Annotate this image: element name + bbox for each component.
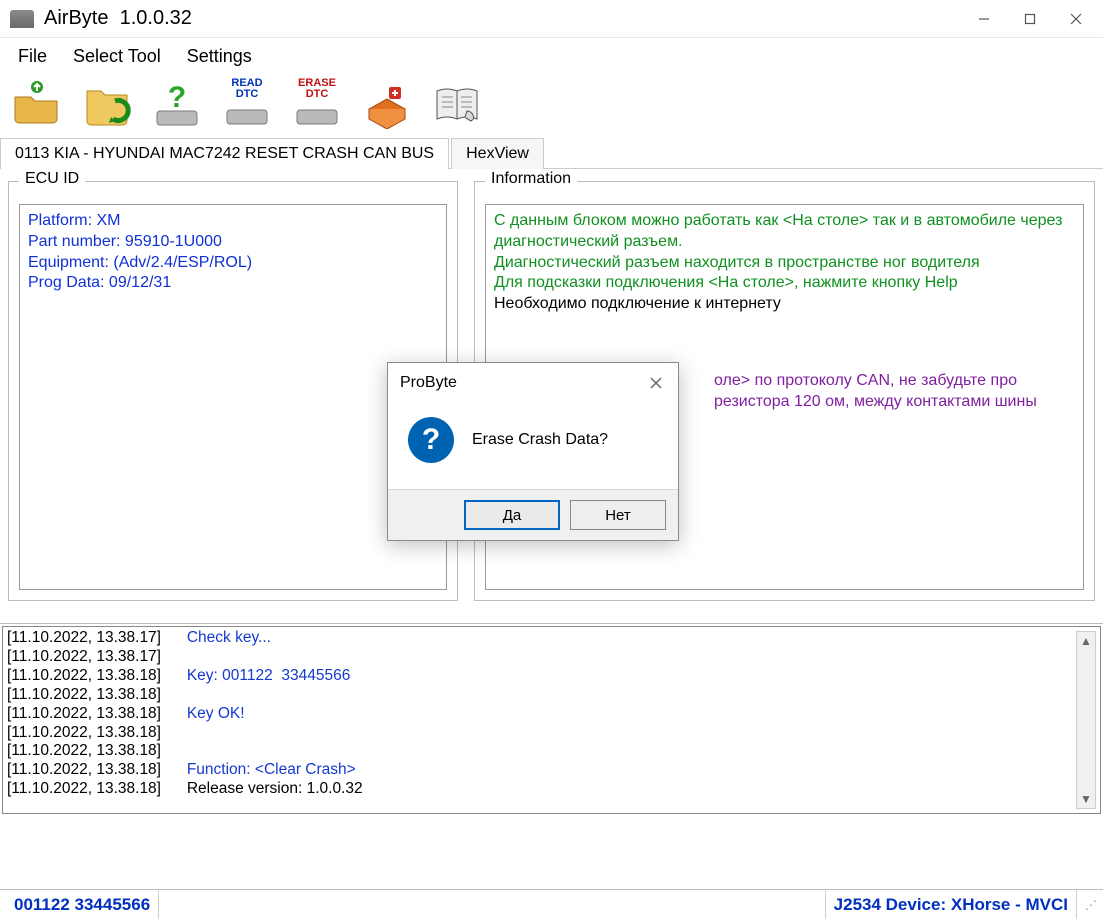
info-line3: Для подсказки подключения <На столе>, на… [494, 273, 1075, 294]
module-icon [359, 81, 415, 129]
menu-file[interactable]: File [18, 46, 47, 67]
toolbar-help-button[interactable]: ? [142, 77, 212, 133]
menu-settings[interactable]: Settings [187, 46, 252, 67]
log-area[interactable]: [11.10.2022, 13.38.17] Check key...[11.1… [2, 626, 1101, 814]
dialog-yes-button[interactable]: Да [464, 500, 560, 530]
log-wrap: [11.10.2022, 13.38.17] Check key...[11.1… [0, 623, 1103, 815]
status-device: J2534 Device: XHorse - MVCI [826, 890, 1077, 919]
status-spacer [159, 890, 826, 919]
dialog-titlebar: ProByte [388, 363, 678, 399]
dialog-close-button[interactable] [646, 373, 666, 393]
statusbar: 001122 33445566 J2534 Device: XHorse - M… [0, 889, 1103, 919]
toolbar: ? READ DTC ERASE DTC [0, 73, 1103, 135]
tab-strip: 0113 KIA - HYUNDAI MAC7242 RESET CRASH C… [0, 137, 1103, 169]
titlebar: AirByte 1.0.0.32 [0, 0, 1103, 38]
app-name: AirByte [44, 7, 108, 29]
drive-icon [219, 100, 275, 132]
dialog-message: Erase Crash Data? [472, 431, 608, 449]
ecu-equipment: Equipment: (Adv/2.4/ESP/ROL) [28, 253, 438, 274]
ecu-id-legend: ECU ID [19, 170, 85, 188]
dialog-buttons: Да Нет [388, 489, 678, 540]
tab-vehicle[interactable]: 0113 KIA - HYUNDAI MAC7242 RESET CRASH C… [0, 138, 449, 169]
scroll-down-icon[interactable]: ▼ [1080, 790, 1092, 808]
ecu-platform: Platform: XM [28, 211, 438, 232]
dialog-no-button[interactable]: Нет [570, 500, 666, 530]
log-line: [11.10.2022, 13.38.17] [7, 648, 1096, 667]
window-controls [961, 2, 1099, 36]
log-line: [11.10.2022, 13.38.18] [7, 724, 1096, 743]
toolbar-module-button[interactable] [352, 77, 422, 133]
tab-hexview[interactable]: HexView [451, 138, 544, 169]
drive-icon [289, 100, 345, 132]
book-icon [429, 81, 485, 129]
log-line: [11.10.2022, 13.38.18] Release version: … [7, 780, 1096, 799]
log-line: [11.10.2022, 13.38.18] [7, 686, 1096, 705]
menu-select-tool[interactable]: Select Tool [73, 46, 161, 67]
log-line: [11.10.2022, 13.38.18] [7, 742, 1096, 761]
toolbar-folder-button[interactable] [72, 77, 142, 133]
toolbar-erase-dtc-button[interactable]: ERASE DTC [282, 77, 352, 133]
log-line: [11.10.2022, 13.38.17] Check key... [7, 629, 1096, 648]
svg-text:?: ? [168, 81, 186, 114]
erase-dtc-label2: DTC [306, 89, 329, 100]
confirm-dialog: ProByte ? Erase Crash Data? Да Нет [387, 362, 679, 541]
app-version: 1.0.0.32 [120, 7, 192, 29]
toolbar-read-dtc-button[interactable]: READ DTC [212, 77, 282, 133]
maximize-button[interactable] [1007, 2, 1053, 36]
app-icon [10, 10, 34, 28]
log-scrollbar[interactable]: ▲ ▼ [1076, 631, 1096, 809]
info-line4: Необходимо подключение к интернету [494, 294, 1075, 315]
dialog-title: ProByte [400, 374, 457, 392]
log-line: [11.10.2022, 13.38.18] Key: 001122 33445… [7, 667, 1096, 686]
toolbar-manual-button[interactable] [422, 77, 492, 133]
folder-open-icon [9, 81, 65, 129]
resize-grip-icon[interactable]: ⋰ [1077, 898, 1097, 912]
app-title: AirByte 1.0.0.32 [44, 7, 192, 30]
info-line1: С данным блоком можно работать как <На с… [494, 211, 1075, 253]
read-dtc-label2: DTC [236, 89, 259, 100]
question-icon: ? [408, 417, 454, 463]
ecu-progdata: Prog Data: 09/12/31 [28, 273, 438, 294]
close-button[interactable] [1053, 2, 1099, 36]
scroll-up-icon[interactable]: ▲ [1080, 632, 1092, 650]
minimize-button[interactable] [961, 2, 1007, 36]
toolbar-open-button[interactable] [2, 77, 72, 133]
dialog-body: ? Erase Crash Data? [388, 399, 678, 489]
status-key: 001122 33445566 [6, 890, 159, 919]
ecu-partnumber: Part number: 95910-1U000 [28, 232, 438, 253]
menubar: File Select Tool Settings [0, 38, 1103, 73]
help-icon: ? [149, 81, 205, 129]
log-line: [11.10.2022, 13.38.18] Key OK! [7, 705, 1096, 724]
folder-icon [79, 81, 135, 129]
ecu-id-box: Platform: XM Part number: 95910-1U000 Eq… [19, 204, 447, 590]
close-icon [650, 377, 662, 389]
log-line: [11.10.2022, 13.38.18] Function: <Clear … [7, 761, 1096, 780]
info-line2: Диагностический разъем находится в прост… [494, 253, 1075, 274]
information-legend: Information [485, 170, 577, 188]
